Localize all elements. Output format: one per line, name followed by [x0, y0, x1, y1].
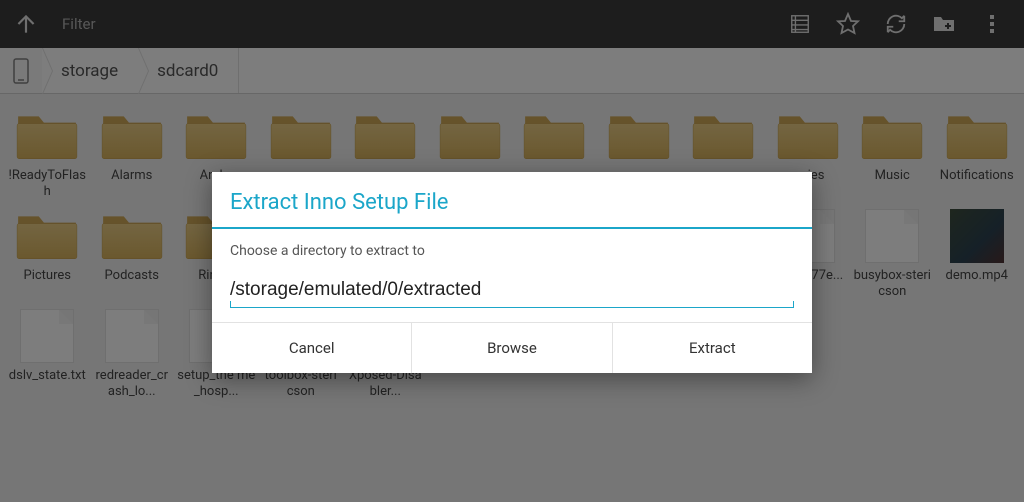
dialog-button-row: Cancel Browse Extract — [212, 322, 812, 373]
dialog-message: Choose a directory to extract to — [230, 243, 794, 259]
extract-dialog: Extract Inno Setup File Choose a directo… — [212, 172, 812, 373]
extract-path-input[interactable] — [230, 275, 794, 308]
browse-button[interactable]: Browse — [412, 323, 612, 373]
extract-button[interactable]: Extract — [613, 323, 812, 373]
dialog-title: Extract Inno Setup File — [212, 172, 812, 229]
cancel-button[interactable]: Cancel — [212, 323, 412, 373]
